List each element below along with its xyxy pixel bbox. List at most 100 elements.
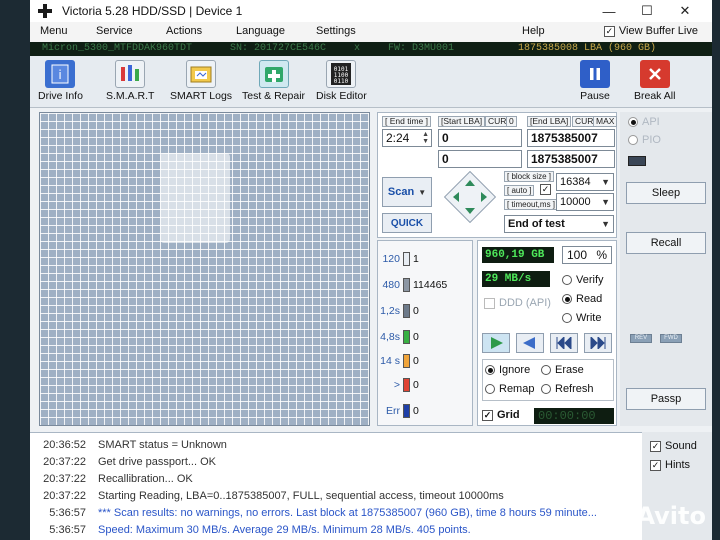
start-lba-label: [Start LBA] [438, 116, 486, 127]
hints-checkbox[interactable]: ✓ Hints [650, 459, 690, 471]
latency-row-over: >0 [393, 378, 419, 392]
end-max-label[interactable]: MAX [593, 116, 618, 127]
mode-verify-radio[interactable]: Verify [562, 274, 604, 286]
smart-logs-icon [186, 60, 217, 88]
passport-button[interactable]: Passp [626, 388, 706, 410]
action-erase-radio[interactable]: Erase [541, 364, 584, 376]
end-lba-label: [End LBA] [527, 116, 572, 127]
victoria-window: Victoria 5.28 HDD/SSD | Device 1 — ☐ ✕ M… [30, 0, 712, 540]
timeout-select[interactable]: 10000 ▼ [556, 193, 614, 211]
end-of-test-select[interactable]: End of test ▼ [504, 215, 614, 233]
maximize-button[interactable]: ☐ [628, 0, 666, 22]
svg-text:i: i [59, 68, 62, 82]
menu-item-language[interactable]: Language [236, 25, 285, 37]
menu-item-menu[interactable]: Menu [40, 25, 68, 37]
scan-control-panel: [ End time ] 2:24 ▲ ▼ [Start LBA] CUR 0 0… [377, 112, 618, 238]
device-info-bar: Micron_5300_MTFDDAK960TDT SN: 201727CE54… [30, 42, 712, 56]
action-ignore-radio[interactable]: Ignore [485, 364, 530, 376]
timeout-label: [ timeout,ms ] [504, 199, 559, 210]
device-serial: SN: 201727CE546C [230, 43, 327, 54]
log-entry: 20:37:22 Starting Reading, LBA=0..1875385… [43, 489, 504, 502]
block-size-select[interactable]: 16384 ▼ [556, 173, 614, 191]
binary-icon: 0101 1100 0110 [326, 60, 357, 88]
mode-read-radio[interactable]: Read [562, 293, 602, 305]
skip-forward-icon [590, 337, 606, 349]
log-entry: 20:37:22 Recallibration... OK [43, 472, 193, 485]
end-lba-cur-field[interactable]: 1875385007 [527, 150, 615, 168]
disk-editor-button[interactable]: 0101 1100 0110 Disk Editor [316, 60, 367, 102]
current-lba-field[interactable]: 0 [438, 150, 522, 168]
action-group: Ignore Erase Remap Refresh [482, 359, 614, 401]
auto-label: [ auto ] [504, 185, 535, 196]
end-time-label: [ End time ] [382, 116, 431, 127]
view-buffer-checkbox[interactable]: ✓ [603, 25, 615, 37]
test-repair-button[interactable]: Test & Repair [242, 60, 305, 102]
device-lba: 1875385008 LBA (960 GB) [518, 43, 657, 54]
status-led [628, 156, 646, 166]
drive-info-button[interactable]: i Drive Info [38, 60, 83, 102]
close-button[interactable]: ✕ [666, 0, 704, 22]
log-entry: 20:36:52 SMART status = Unknown [43, 438, 227, 451]
action-remap-radio[interactable]: Remap [485, 383, 534, 395]
auto-checkbox[interactable]: ✓ [540, 184, 551, 195]
block-size-label: [ block size ] [504, 171, 555, 182]
scan-dropdown-icon: ▼ [418, 187, 427, 197]
play-button[interactable] [482, 333, 510, 353]
pio-radio[interactable]: PIO [628, 134, 661, 146]
smart-logs-button[interactable]: SMART Logs [170, 60, 232, 102]
device-model: Micron_5300_MTFDDAK960TDT [42, 43, 193, 54]
skip-back-button[interactable] [550, 333, 578, 353]
drive-info-icon: i [45, 60, 76, 88]
view-buffer-label: View Buffer Live [618, 25, 698, 37]
reverse-icon [523, 337, 535, 349]
avito-watermark: Avito [602, 502, 706, 530]
disk-size-display: 960,19 GB [482, 247, 554, 263]
menu-item-actions[interactable]: Actions [166, 25, 202, 37]
skip-forward-button[interactable] [584, 333, 612, 353]
scan-map-grid [39, 112, 370, 426]
mode-write-radio[interactable]: Write [562, 312, 601, 324]
end-lba-field[interactable]: 1875385007 [527, 129, 615, 147]
break-all-button[interactable]: Break All [634, 60, 675, 102]
mini-button-2[interactable]: FWD [660, 334, 682, 343]
time-spinner-icon[interactable]: ▲ ▼ [422, 131, 429, 145]
direction-pad[interactable] [443, 170, 497, 224]
menu-item-help[interactable]: Help [522, 25, 545, 37]
pause-button[interactable]: Pause [580, 60, 610, 102]
action-refresh-radio[interactable]: Refresh [541, 383, 594, 395]
latency-row-14s: 14 s0 [380, 354, 419, 368]
device-firmware: FW: D3MU001 [388, 43, 455, 54]
break-icon [639, 60, 670, 88]
right-control-column: API PIO Sleep Recall REV FWD Passp [620, 112, 712, 426]
mini-button-1[interactable]: REV [630, 334, 652, 343]
smart-icon [115, 60, 146, 88]
grid-checkbox[interactable]: ✓ Grid [482, 409, 520, 421]
svg-text:0110: 0110 [334, 78, 349, 85]
quick-button[interactable]: QUICK [382, 213, 432, 233]
scan-info-panel: 960,19 GB 100 % 29 MB/s Verify Read Writ… [477, 240, 617, 426]
minimize-button[interactable]: — [590, 0, 628, 22]
latency-row-err: Err 0 [386, 404, 419, 418]
view-buffer-live[interactable]: ✓ View Buffer Live [603, 25, 698, 37]
menu-bar: Menu Service Actions Language Settings H… [30, 22, 712, 42]
latency-row-4-8s: 4,8s 0 [380, 330, 419, 344]
first-aid-icon [258, 60, 289, 88]
play-icon [491, 337, 503, 349]
device-separator: x [354, 43, 361, 54]
end-time-field[interactable]: 2:24 ▲ ▼ [382, 129, 432, 147]
api-radio[interactable]: API [628, 116, 660, 128]
smart-button[interactable]: S.M.A.R.T [106, 60, 154, 102]
window-title: Victoria 5.28 HDD/SSD | Device 1 [62, 4, 243, 18]
log-entry: 5:36:57 Speed: Maximum 30 MB/s. Average 2… [49, 523, 471, 536]
victoria-app-icon [38, 4, 52, 18]
speed-display: 29 MB/s [482, 271, 550, 287]
sleep-button[interactable]: Sleep [626, 182, 706, 204]
sound-checkbox[interactable]: ✓ Sound [650, 440, 697, 452]
start-lba-field[interactable]: 0 [438, 129, 522, 147]
recall-button[interactable]: Recall [626, 232, 706, 254]
menu-item-settings[interactable]: Settings [316, 25, 356, 37]
ddd-api-checkbox[interactable]: DDD (API) [484, 297, 551, 309]
scan-button[interactable]: Scan ▼ [382, 177, 432, 207]
menu-item-service[interactable]: Service [96, 25, 133, 37]
reverse-button[interactable] [516, 333, 544, 353]
